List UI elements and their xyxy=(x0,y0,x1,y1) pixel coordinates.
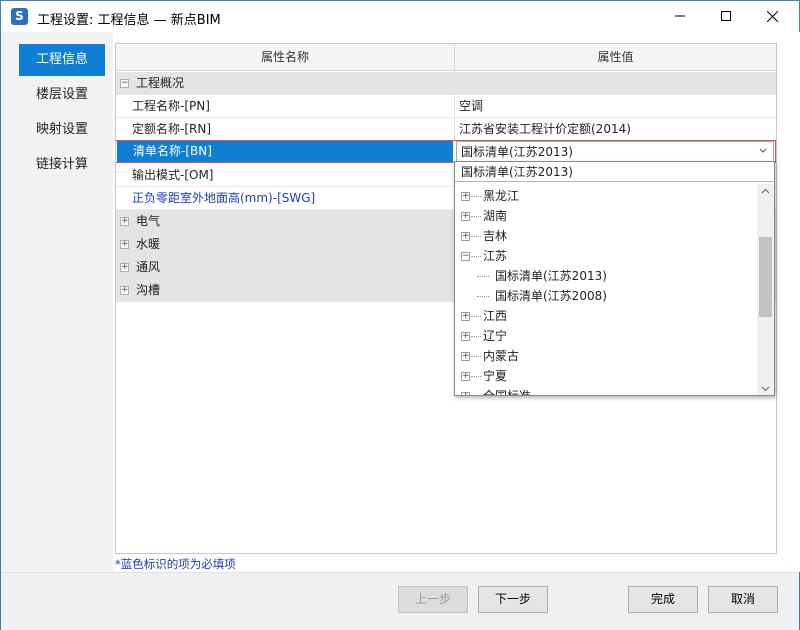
minimize-icon xyxy=(675,15,685,17)
title-bar[interactable]: S 工程设置: 工程信息 — 新点BIM xyxy=(1,1,799,32)
tree-node-label: 江西 xyxy=(483,309,508,323)
property-value[interactable]: 江苏省安装工程计价定额(2014) xyxy=(459,118,774,141)
expand-icon[interactable]: + xyxy=(461,372,470,381)
tree-node-label: 宁夏 xyxy=(483,369,508,383)
tree-node-label: 国标清单(江苏2008) xyxy=(495,289,607,303)
tree-node-label: 全国标准 xyxy=(483,389,532,396)
sidebar-item-project-info[interactable]: 工程信息 xyxy=(19,44,105,76)
expand-icon[interactable]: + xyxy=(461,212,470,221)
expand-icon[interactable]: + xyxy=(461,312,470,321)
sidebar: 工程信息 楼层设置 映射设置 链接计算 xyxy=(1,32,113,572)
minimize-button[interactable] xyxy=(657,1,703,31)
next-step-button[interactable]: 下一步 xyxy=(478,586,548,613)
close-icon xyxy=(766,10,778,22)
expand-icon[interactable]: + xyxy=(461,232,470,241)
dropdown-scrollbar[interactable] xyxy=(757,184,774,395)
maximize-icon xyxy=(721,11,731,21)
property-name: 正负零距室外地面高(mm)-[SWG] xyxy=(132,191,316,205)
scroll-up-icon[interactable] xyxy=(761,188,770,194)
finish-button[interactable]: 完成 xyxy=(628,586,698,613)
required-note: *蓝色标识的项为必填项 xyxy=(115,557,236,571)
sidebar-item-mapping-settings[interactable]: 映射设置 xyxy=(19,114,105,146)
expand-icon[interactable]: + xyxy=(120,240,129,249)
group-label: 通风 xyxy=(136,260,161,274)
column-header-name[interactable]: 属性名称 xyxy=(116,44,454,71)
cancel-button[interactable]: 取消 xyxy=(708,586,778,613)
property-row[interactable]: 定额名称-[RN] 江苏省安装工程计价定额(2014) xyxy=(116,118,776,141)
property-name: 定额名称-[RN] xyxy=(132,122,212,136)
group-label: 沟槽 xyxy=(136,283,161,297)
dropdown-selected-value: 国标清单(江苏2013) xyxy=(461,145,573,159)
app-logo-icon: S xyxy=(11,8,28,25)
chevron-down-icon[interactable] xyxy=(759,147,767,155)
group-label: 水暖 xyxy=(136,237,161,251)
property-row-selected[interactable]: 清单名称-[BN] 国标清单(江苏2013) xyxy=(116,140,776,163)
property-name: 清单名称-[BN] xyxy=(117,141,453,162)
property-name: 工程名称-[PN] xyxy=(132,99,210,113)
maximize-button[interactable] xyxy=(703,1,749,31)
bill-dropdown-popup: 国标清单(江苏2013) + 黑龙江 + 湖南 + 吉林 − 江苏 国标清单(江… xyxy=(454,161,775,396)
close-button[interactable] xyxy=(749,1,795,31)
prev-step-button[interactable]: 上一步 xyxy=(398,586,468,613)
window-title: 工程设置: 工程信息 — 新点BIM xyxy=(37,13,221,28)
grid-header: 属性名称 属性值 xyxy=(116,44,776,71)
tree-node-label: 江苏 xyxy=(483,249,508,263)
tree-node-label: 黑龙江 xyxy=(483,189,520,203)
collapse-icon[interactable]: − xyxy=(120,79,129,88)
dropdown-current-value[interactable]: 国标清单(江苏2013) xyxy=(455,162,774,182)
bill-name-dropdown[interactable]: 国标清单(江苏2013) xyxy=(456,141,774,162)
bill-tree: + 黑龙江 + 湖南 + 吉林 − 江苏 国标清单(江苏2013) 国标清单(江… xyxy=(455,184,758,396)
group-label: 工程概况 xyxy=(136,76,185,90)
tree-node-label: 国标清单(江苏2013) xyxy=(495,269,607,283)
expand-icon[interactable]: + xyxy=(461,352,470,361)
scrollbar-thumb[interactable] xyxy=(759,237,772,317)
group-row-overview[interactable]: − 工程概况 xyxy=(116,72,776,95)
property-row[interactable]: 工程名称-[PN] 空调 xyxy=(116,95,776,118)
expand-icon[interactable]: + xyxy=(461,392,470,395)
property-name: 输出模式-[OM] xyxy=(132,168,214,182)
footer-bar: 上一步 下一步 完成 取消 xyxy=(1,572,799,630)
group-label: 电气 xyxy=(136,214,161,228)
expand-icon[interactable]: + xyxy=(120,217,129,226)
tree-node-label: 内蒙古 xyxy=(483,349,520,363)
property-value[interactable]: 空调 xyxy=(459,95,774,118)
expand-icon[interactable]: + xyxy=(120,286,129,295)
expand-icon[interactable]: + xyxy=(461,192,470,201)
tree-node-label: 吉林 xyxy=(483,229,508,243)
sidebar-item-floor-settings[interactable]: 楼层设置 xyxy=(19,79,105,111)
sidebar-item-link-calc[interactable]: 链接计算 xyxy=(19,149,105,181)
expand-icon[interactable]: + xyxy=(120,263,129,272)
dialog-window: S 工程设置: 工程信息 — 新点BIM 工程信息 楼层设置 映射设置 链接计算… xyxy=(0,0,800,630)
scroll-down-icon[interactable] xyxy=(761,386,770,392)
collapse-icon[interactable]: − xyxy=(461,252,470,261)
column-header-value[interactable]: 属性值 xyxy=(455,44,776,71)
expand-icon[interactable]: + xyxy=(461,332,470,341)
tree-node-label: 辽宁 xyxy=(483,329,508,343)
tree-node-label: 湖南 xyxy=(483,209,508,223)
